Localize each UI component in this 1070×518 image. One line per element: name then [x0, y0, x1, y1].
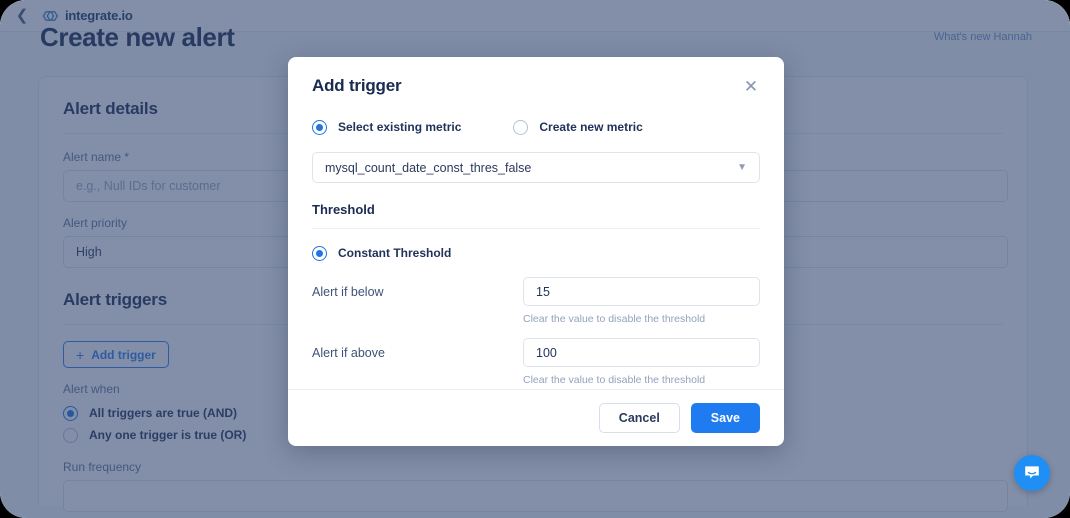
radio-icon: [312, 119, 327, 135]
close-icon[interactable]: ✕: [742, 77, 760, 95]
chat-launcher-button[interactable]: [1014, 455, 1050, 491]
save-button[interactable]: Save: [690, 403, 760, 433]
metric-select-value: mysql_count_date_const_thres_false: [325, 160, 532, 175]
chevron-down-icon: ▼: [737, 161, 747, 173]
alert-if-below-hint: Clear the value to disable the threshold: [523, 313, 706, 325]
threshold-type-constant[interactable]: Constant Threshold: [312, 242, 760, 264]
threshold-heading: Threshold: [312, 202, 375, 217]
modal-body: Select existing metric Create new metric…: [288, 96, 784, 389]
alert-if-above-hint: Clear the value to disable the threshold: [523, 374, 706, 386]
modal-title: Add trigger: [312, 76, 402, 95]
modal-footer: Cancel Save: [288, 389, 784, 446]
modal-header: Add trigger ✕: [288, 57, 784, 96]
metric-mode-new[interactable]: Create new metric: [513, 116, 643, 138]
alert-if-above-label: Alert if above: [312, 346, 385, 360]
threshold-type-constant-label: Constant Threshold: [338, 246, 452, 260]
alert-if-below-input[interactable]: 15: [523, 277, 760, 306]
add-trigger-modal: Add trigger ✕ Select existing metric Cre…: [288, 57, 784, 446]
chat-bubble-icon: [1025, 466, 1039, 479]
metric-mode-existing-label: Select existing metric: [338, 120, 462, 134]
alert-if-below-field: Alert if below 15 Clear the value to dis…: [312, 277, 760, 325]
alert-if-below-label: Alert if below: [312, 285, 384, 299]
cancel-button[interactable]: Cancel: [598, 403, 680, 433]
alert-if-above-input[interactable]: 100: [523, 338, 760, 367]
metric-mode-existing[interactable]: Select existing metric: [312, 116, 461, 138]
metric-mode-new-label: Create new metric: [539, 120, 643, 134]
divider: [312, 228, 760, 229]
metric-select[interactable]: mysql_count_date_const_thres_false ▼: [312, 152, 760, 183]
radio-icon: [312, 245, 327, 261]
app-frame: ❮ integrate.io Create new alert What's n…: [0, 0, 1070, 518]
radio-icon: [513, 119, 529, 135]
alert-if-above-field: Alert if above 100 Clear the value to di…: [312, 338, 760, 386]
